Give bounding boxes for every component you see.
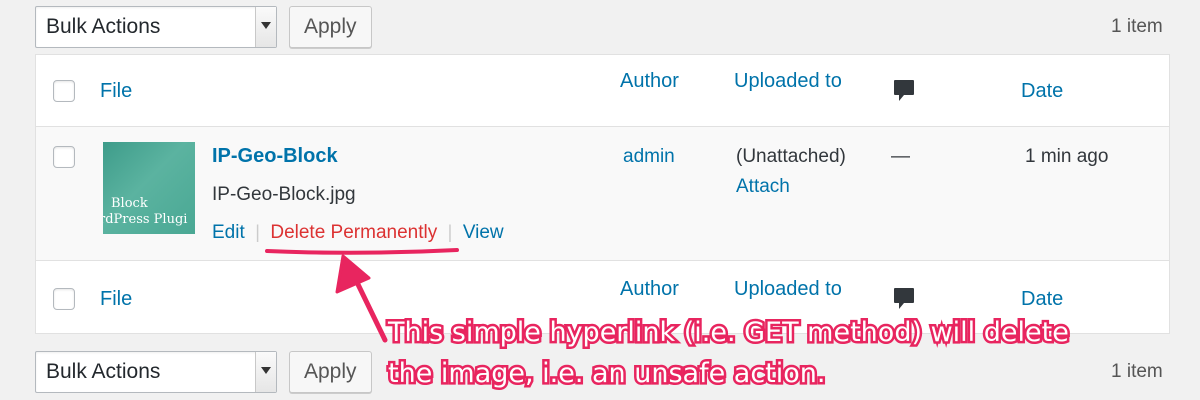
- annotation-line-1: This simple hyperlink (i.e. GET method) …: [386, 315, 1072, 351]
- arrow-head: [335, 254, 371, 294]
- annotation-line-2: the image, i.e. an unsafe action.: [385, 356, 827, 392]
- underline-mark: [265, 248, 459, 255]
